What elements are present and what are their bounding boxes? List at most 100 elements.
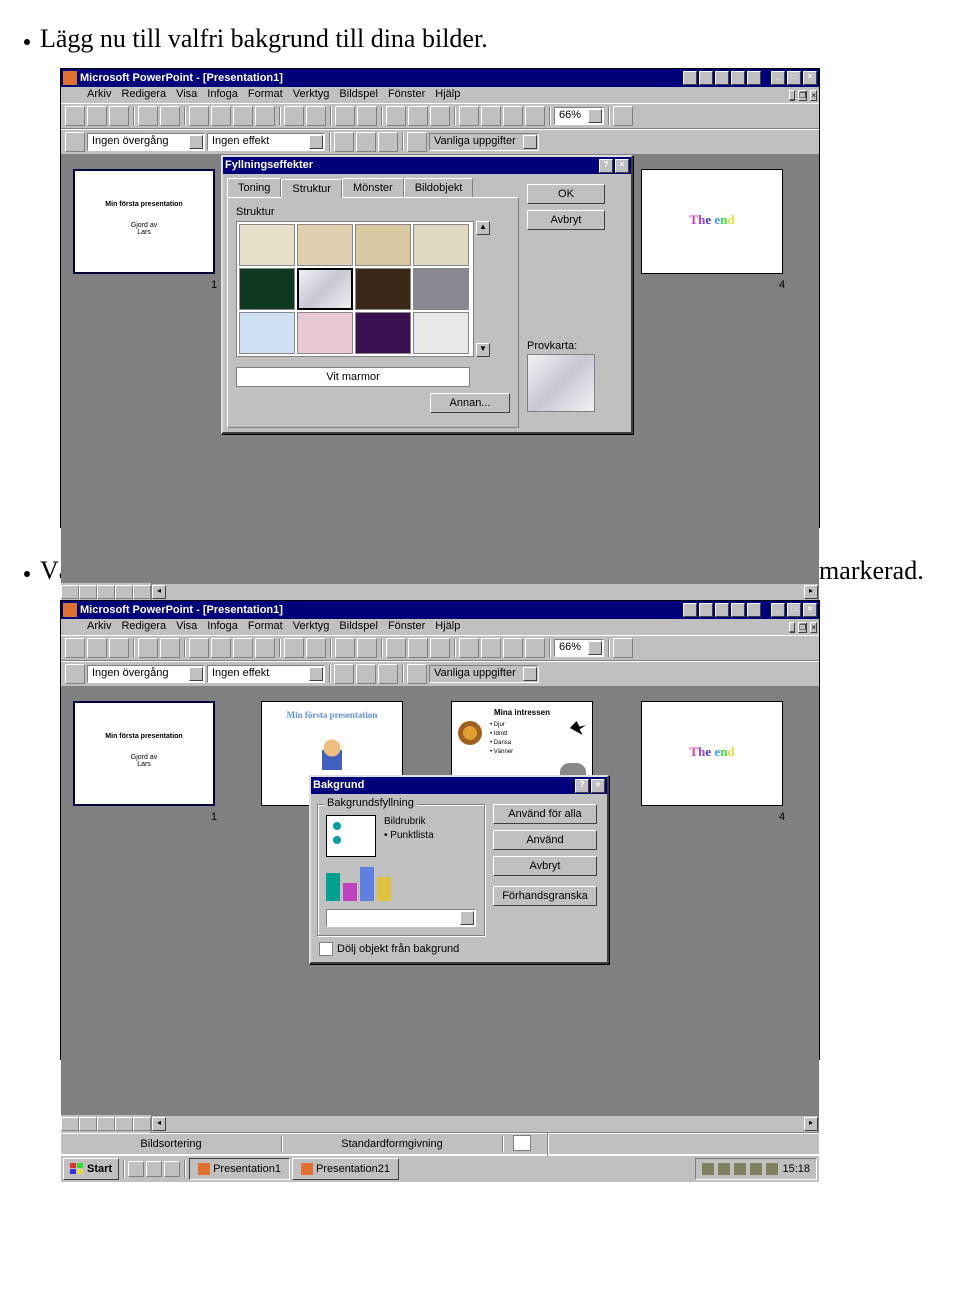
quick-launch-icon[interactable]: [128, 1161, 144, 1177]
effect-combo[interactable]: Ingen effekt: [207, 665, 325, 683]
chart-icon[interactable]: [408, 106, 428, 126]
ok-button[interactable]: OK: [527, 184, 605, 204]
maximize-button[interactable]: □: [787, 71, 801, 85]
paste-icon[interactable]: [233, 106, 253, 126]
menu-item[interactable]: Infoga: [207, 620, 238, 634]
tray-icon[interactable]: [734, 1163, 746, 1175]
tab-pattern[interactable]: Mönster: [342, 178, 404, 197]
clipart-icon[interactable]: [430, 638, 450, 658]
hyperlink-icon[interactable]: [335, 106, 355, 126]
close-button[interactable]: ×: [803, 603, 817, 617]
tray-btn[interactable]: [747, 603, 761, 617]
sorter-view-icon[interactable]: [115, 1117, 133, 1131]
hide-slide-icon[interactable]: [334, 664, 354, 684]
texture-swatch[interactable]: [297, 224, 353, 266]
quick-launch-icon[interactable]: [146, 1161, 162, 1177]
normal-view-icon[interactable]: [61, 585, 79, 599]
tray-btn[interactable]: [683, 603, 697, 617]
texture-swatch[interactable]: [239, 312, 295, 354]
copy-icon[interactable]: [211, 106, 231, 126]
dialog-help-button[interactable]: ?: [599, 159, 613, 173]
normal-view-icon[interactable]: [61, 1117, 79, 1131]
tab-gradient[interactable]: Toning: [227, 178, 281, 197]
texture-swatch[interactable]: [355, 268, 411, 310]
new-slide-icon[interactable]: [459, 106, 479, 126]
other-texture-button[interactable]: Annan...: [430, 393, 510, 413]
table-icon[interactable]: [386, 638, 406, 658]
summary-icon[interactable]: [378, 664, 398, 684]
texture-swatch[interactable]: [413, 312, 469, 354]
save-icon[interactable]: [109, 638, 129, 658]
bw-icon[interactable]: [525, 106, 545, 126]
apply-all-button[interactable]: Använd för alla: [493, 804, 597, 824]
background-color-combo[interactable]: [326, 909, 476, 927]
sorter-view-icon[interactable]: [115, 585, 133, 599]
doc-minimize-button[interactable]: _: [789, 622, 795, 633]
redo-icon[interactable]: [306, 638, 326, 658]
dialog-help-button[interactable]: ?: [575, 779, 589, 793]
common-tasks-button[interactable]: Vanliga uppgifter: [429, 665, 539, 683]
close-button[interactable]: ×: [803, 71, 817, 85]
clock[interactable]: 15:18: [782, 1163, 810, 1175]
spell-icon[interactable]: [160, 106, 180, 126]
paste-icon[interactable]: [233, 638, 253, 658]
undo-icon[interactable]: [284, 638, 304, 658]
menu-item[interactable]: Hjälp: [435, 620, 460, 634]
start-button[interactable]: Start: [63, 1158, 119, 1180]
slide-thumbnail-1[interactable]: Min första presentation Gjord av Lars: [73, 701, 215, 806]
new-icon[interactable]: [65, 106, 85, 126]
doc-minimize-button[interactable]: _: [789, 90, 795, 101]
dialog-titlebar[interactable]: Fyllningseffekter ? ×: [223, 157, 631, 174]
layout-icon[interactable]: [481, 638, 501, 658]
taskbar-app-button[interactable]: Presentation21: [292, 1158, 399, 1180]
menu-item[interactable]: Bildspel: [339, 620, 378, 634]
cancel-button[interactable]: Avbryt: [527, 210, 605, 230]
design-icon[interactable]: [503, 638, 523, 658]
design-icon[interactable]: [503, 106, 523, 126]
open-icon[interactable]: [87, 638, 107, 658]
transition-icon[interactable]: [65, 664, 85, 684]
menu-item[interactable]: Redigera: [121, 88, 166, 102]
slide-thumbnail-1[interactable]: Min första presentation Gjord av Lars: [73, 169, 215, 274]
format-icon[interactable]: [407, 132, 427, 152]
zoom-combo[interactable]: 66%: [554, 107, 604, 125]
slide-thumbnail-4[interactable]: The end: [641, 701, 783, 806]
web-toolbar-icon[interactable]: [357, 638, 377, 658]
tray-icon[interactable]: [766, 1163, 778, 1175]
print-icon[interactable]: [138, 638, 158, 658]
rehearse-icon[interactable]: [356, 132, 376, 152]
tab-texture[interactable]: Struktur: [281, 179, 342, 198]
slideshow-icon[interactable]: [133, 1117, 151, 1131]
chart-icon[interactable]: [408, 638, 428, 658]
format-painter-icon[interactable]: [255, 638, 275, 658]
tray-btn[interactable]: [683, 71, 697, 85]
transition-combo[interactable]: Ingen övergång: [87, 133, 205, 151]
minimize-button[interactable]: _: [771, 603, 785, 617]
texture-swatch[interactable]: [297, 312, 353, 354]
common-tasks-button[interactable]: Vanliga uppgifter: [429, 133, 539, 151]
menu-item[interactable]: Verktyg: [293, 88, 330, 102]
zoom-combo[interactable]: 66%: [554, 639, 604, 657]
dialog-titlebar[interactable]: Bakgrund ? ×: [311, 777, 607, 794]
web-toolbar-icon[interactable]: [357, 106, 377, 126]
clipart-icon[interactable]: [430, 106, 450, 126]
horizontal-scrollbar[interactable]: ◂▸: [151, 1115, 819, 1133]
tray-btn[interactable]: [715, 71, 729, 85]
texture-swatch[interactable]: [413, 268, 469, 310]
texture-swatch[interactable]: [239, 224, 295, 266]
print-icon[interactable]: [138, 106, 158, 126]
texture-swatch[interactable]: [413, 224, 469, 266]
spell-icon[interactable]: [160, 638, 180, 658]
undo-icon[interactable]: [284, 106, 304, 126]
menu-item[interactable]: Fönster: [388, 88, 425, 102]
hyperlink-icon[interactable]: [335, 638, 355, 658]
menu-item[interactable]: Arkiv: [87, 620, 111, 634]
tray-icon[interactable]: [750, 1163, 762, 1175]
cancel-button[interactable]: Avbryt: [493, 856, 597, 876]
slide-thumbnail-4[interactable]: The end: [641, 169, 783, 274]
slide-view-icon[interactable]: [97, 1117, 115, 1131]
scroll-down-button[interactable]: ▼: [476, 343, 490, 357]
summary-icon[interactable]: [378, 132, 398, 152]
open-icon[interactable]: [87, 106, 107, 126]
menu-item[interactable]: Redigera: [121, 620, 166, 634]
